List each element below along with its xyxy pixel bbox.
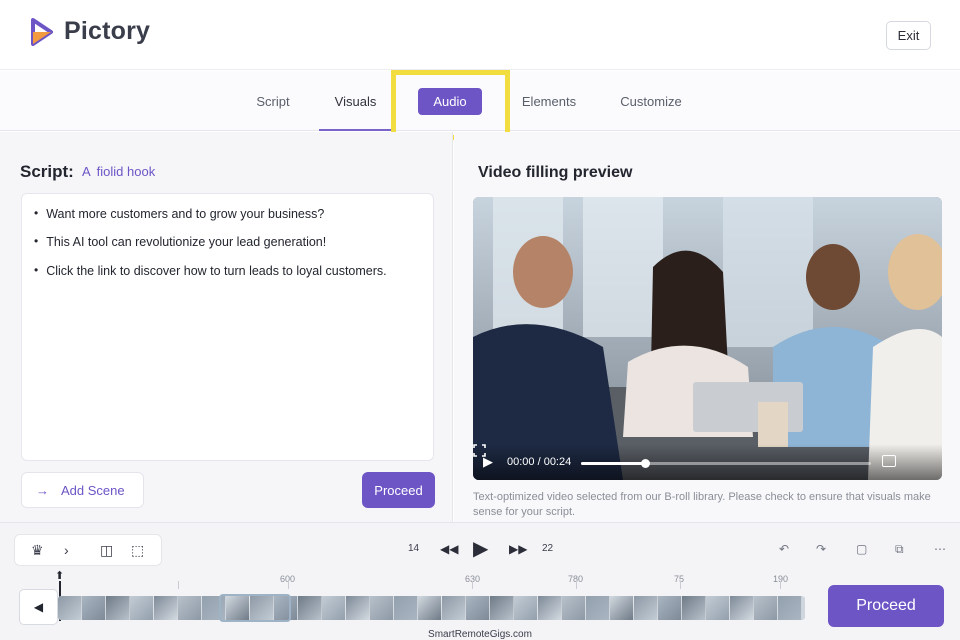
- chevron-left-icon: ◀: [33, 600, 44, 614]
- exit-button[interactable]: Exit: [886, 21, 931, 50]
- ruler-tick: [576, 581, 577, 589]
- ai-magic-icon[interactable]: ♛: [31, 542, 44, 559]
- script-panel: Script: A fiolid hook • Want more custom…: [0, 132, 453, 522]
- timeline-thumbnail: [562, 596, 586, 620]
- more-icon[interactable]: ⋯: [934, 542, 946, 556]
- timeline-strip[interactable]: [58, 596, 805, 620]
- undo-icon[interactable]: ↶: [779, 542, 789, 556]
- timeline-bar: ♛ › ◫ ⬚ 14 ◀◀ ▶ ▶▶ 22 ↶ ↷ ▢ ⧉ ⋯ ⬆ 600 63…: [0, 522, 960, 640]
- play-icon[interactable]: ▶: [473, 536, 488, 561]
- timeline-thumbnail: [298, 596, 322, 620]
- pictory-logo-icon: [31, 17, 53, 46]
- timeline-thumbnail: [706, 596, 730, 620]
- hook-label: fiolid hook: [96, 164, 156, 179]
- add-scene-label: Add Scene: [61, 482, 125, 498]
- app-name: Pictory: [64, 17, 151, 45]
- copy-icon[interactable]: ▢: [856, 542, 867, 556]
- tab-script[interactable]: Script: [240, 71, 306, 131]
- timeline-thumbnail: [58, 596, 82, 620]
- proceed-button[interactable]: Proceed: [362, 472, 435, 508]
- seek-bar[interactable]: [581, 459, 871, 468]
- timeline-thumbnail: [130, 596, 154, 620]
- tab-visuals[interactable]: Visuals: [319, 71, 392, 131]
- timeline-thumbnail: [682, 596, 706, 620]
- proceed-button-large[interactable]: Proceed: [828, 585, 944, 627]
- timeline-thumbnail: [634, 596, 658, 620]
- video-time: 00:00 / 00:24: [507, 456, 572, 468]
- preview-title: Video filling preview: [478, 164, 633, 181]
- timeline-thumbnail: [610, 596, 634, 620]
- captions-icon[interactable]: [882, 455, 896, 467]
- rewind-icon[interactable]: ◀◀: [440, 542, 458, 556]
- chevron-right-icon[interactable]: ›: [64, 542, 69, 558]
- timeline-thumbnail: [658, 596, 682, 620]
- tab-elements[interactable]: Elements: [510, 71, 588, 131]
- split-icon[interactable]: ◫: [100, 542, 113, 559]
- script-title: Script:: [20, 162, 74, 181]
- app-header: Pictory Exit: [0, 0, 960, 70]
- video-frame-image: [473, 197, 942, 480]
- frame-count-left: 14: [408, 543, 420, 554]
- ruler-tick: [680, 581, 681, 589]
- arrow-right-icon: →: [36, 482, 49, 498]
- timeline-thumbnail: [154, 596, 178, 620]
- duplicate-icon[interactable]: ⧉: [895, 542, 904, 557]
- timeline-thumbnail: [490, 596, 514, 620]
- timeline-thumbnail: [418, 596, 442, 620]
- preview-caption: Text-optimized video selected from our B…: [473, 491, 931, 518]
- timeline-thumbnail: [82, 596, 106, 620]
- timeline-thumbnail: [178, 596, 202, 620]
- timeline-thumbnail: [778, 596, 802, 620]
- script-editor[interactable]: • Want more customers and to grow your b…: [21, 193, 434, 461]
- timeline-thumbnail: [346, 596, 370, 620]
- timeline-thumbnail: [442, 596, 466, 620]
- timeline-thumbnail: [322, 596, 346, 620]
- timeline-thumbnail: [586, 596, 610, 620]
- timeline-thumbnail: [754, 596, 778, 620]
- preview-panel: Video filling preview ▶ 00:00 / 00:24 Te…: [454, 132, 960, 522]
- hook-link[interactable]: A fiolid hook: [82, 164, 155, 179]
- app-logo[interactable]: Pictory: [30, 17, 150, 46]
- timeline-thumbnail: [106, 596, 130, 620]
- ruler-label: 75: [674, 574, 685, 584]
- selected-scene-clip[interactable]: [219, 594, 291, 622]
- frame-count-right: 22: [542, 543, 554, 554]
- timeline-thumbnail: [466, 596, 490, 620]
- timeline-thumbnail: [370, 596, 394, 620]
- script-line[interactable]: • This AI tool can revolutionize your le…: [34, 234, 421, 250]
- tab-customize[interactable]: Customize: [608, 71, 694, 131]
- fullscreen-icon[interactable]: [473, 444, 486, 457]
- script-line[interactable]: • Want more customers and to grow your b…: [34, 206, 421, 222]
- ruler-tick: [178, 581, 179, 589]
- script-line[interactable]: • Click the link to discover how to turn…: [34, 263, 421, 279]
- timeline-thumbnail: [538, 596, 562, 620]
- ruler-tick: [780, 581, 781, 589]
- add-scene-button[interactable]: → Add Scene: [21, 472, 144, 508]
- redo-icon[interactable]: ↷: [816, 542, 826, 556]
- fast-forward-icon[interactable]: ▶▶: [509, 542, 527, 556]
- highlight-box: [391, 70, 510, 140]
- ruler-tick: [288, 581, 289, 589]
- video-controls: ▶ 00:00 / 00:24: [473, 444, 942, 480]
- timeline-thumbnail: [394, 596, 418, 620]
- timeline-thumbnail: [514, 596, 538, 620]
- select-icon[interactable]: ⬚: [131, 542, 144, 559]
- watermark: SmartRemoteGigs.com: [428, 629, 532, 640]
- seek-progress: [581, 462, 645, 465]
- text-a-icon: A: [82, 164, 91, 179]
- video-player[interactable]: ▶ 00:00 / 00:24: [473, 197, 942, 480]
- timeline-tools: ♛ › ◫ ⬚: [14, 534, 162, 566]
- ruler-tick: [472, 581, 473, 589]
- timeline-back-button[interactable]: ◀: [19, 589, 58, 625]
- seek-knob[interactable]: [640, 459, 650, 468]
- timeline-thumbnail: [730, 596, 754, 620]
